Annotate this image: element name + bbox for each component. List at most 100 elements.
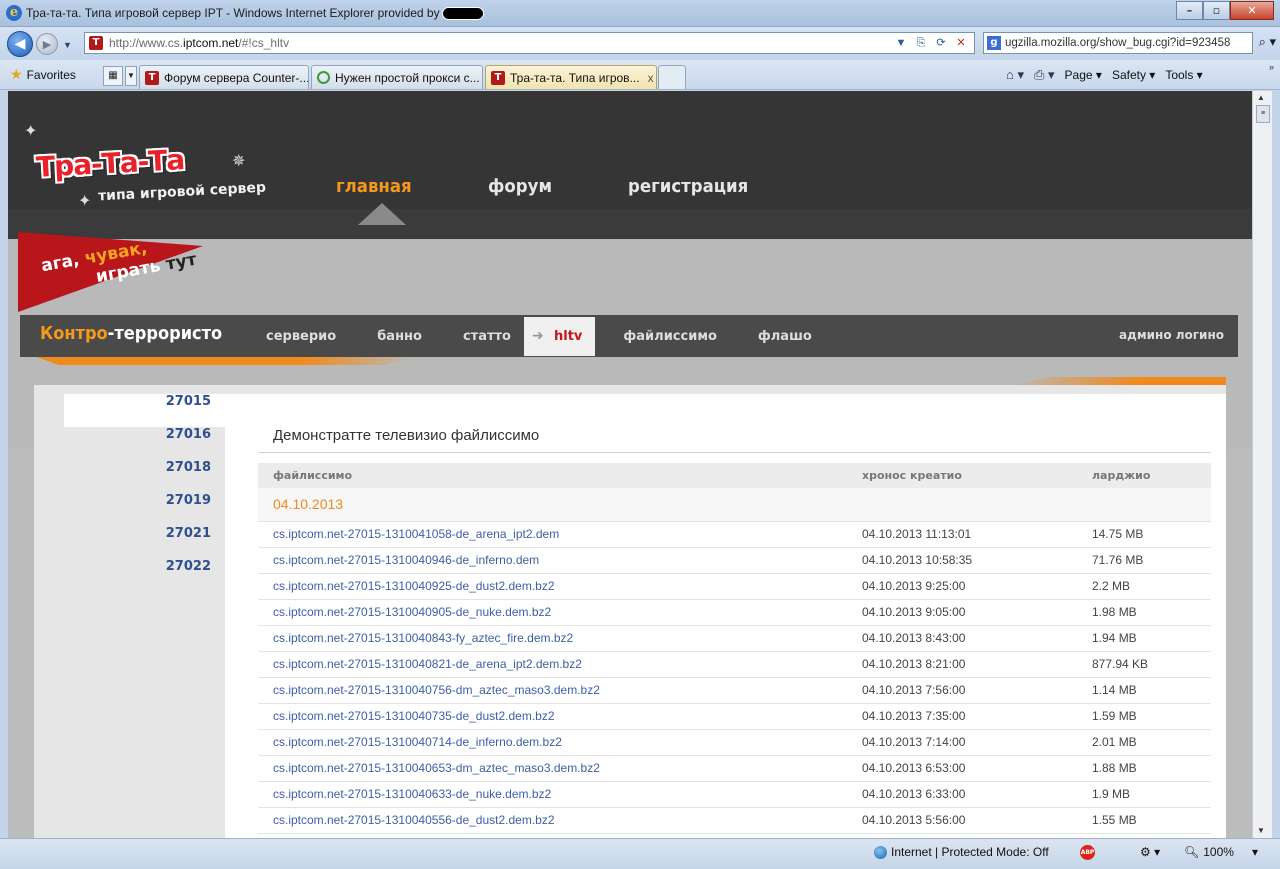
demo-file-link[interactable]: cs.iptcom.net-27015-1310041058-de_arena_…: [273, 527, 559, 541]
maximize-button[interactable]: ▫: [1203, 1, 1230, 20]
window-frame-left: [0, 91, 8, 838]
port-item[interactable]: 27015: [64, 394, 225, 427]
browser-tab-active[interactable]: T Тра-та-та. Типа игров... x: [485, 65, 657, 89]
date-group-label: 04.10.2013: [258, 488, 1211, 522]
demo-file-link[interactable]: cs.iptcom.net-27015-1310040821-de_arena_…: [273, 657, 582, 671]
safety-menu[interactable]: Safety ▾: [1112, 68, 1155, 82]
file-name-cell: cs.iptcom.net-27015-1310040946-de_infern…: [258, 547, 847, 574]
address-dropdown-icon[interactable]: ▼: [892, 35, 910, 51]
column-header-created[interactable]: хронос креатио: [847, 463, 1077, 488]
table-row: cs.iptcom.net-27015-1310040843-fy_aztec_…: [258, 625, 1211, 652]
forward-button[interactable]: ▶: [36, 33, 58, 55]
favorites-button[interactable]: ★ Favorites: [10, 66, 76, 83]
file-created-cell: 04.10.2013 8:21:00: [847, 651, 1077, 678]
file-size-cell: 71.76 MB: [1077, 547, 1211, 574]
close-button[interactable]: ✕: [1230, 1, 1274, 20]
column-header-size[interactable]: ларджио: [1077, 463, 1211, 488]
demo-file-link[interactable]: cs.iptcom.net-27015-1310040556-de_dust2.…: [273, 813, 555, 827]
demo-files-table: файлиссимо хронос креатио ларджио 04.10.…: [258, 463, 1211, 834]
section-subnav: серверио банно статто hltv файлиссимо фл…: [266, 315, 853, 357]
nav-home[interactable]: главная: [336, 176, 412, 197]
browser-tab[interactable]: T Форум сервера Counter-...: [139, 65, 309, 89]
demo-file-link[interactable]: cs.iptcom.net-27015-1310040735-de_dust2.…: [273, 709, 555, 723]
file-name-cell: cs.iptcom.net-27015-1310040653-dm_aztec_…: [258, 755, 847, 782]
history-dropdown-icon[interactable]: ▼: [63, 40, 72, 50]
refresh-icon[interactable]: ⟳: [932, 35, 950, 51]
browser-tab[interactable]: Нужен простой прокси с...: [311, 65, 483, 89]
file-created-cell: 04.10.2013 5:56:00: [847, 807, 1077, 834]
vertical-scrollbar[interactable]: ▲ ≡ ▼: [1252, 91, 1272, 838]
port-item[interactable]: 27021: [34, 526, 225, 559]
file-size-cell: 1.14 MB: [1077, 677, 1211, 704]
section-bar: Контро-террористо серверио банно статто …: [20, 315, 1238, 365]
print-icon[interactable]: ⎙ ▾: [1034, 67, 1055, 83]
subnav-flash[interactable]: флашо: [758, 329, 812, 344]
column-header-name[interactable]: файлиссимо: [258, 463, 847, 488]
subnav-bans[interactable]: банно: [377, 329, 422, 344]
zoom-control[interactable]: 🔍︎ 100% ▾: [1184, 845, 1258, 859]
scroll-down-icon[interactable]: ▼: [1257, 826, 1265, 835]
server-port-list: 27015 27016 27018 27019 27021 27022: [34, 394, 225, 592]
port-item[interactable]: 27022: [34, 559, 225, 592]
pop-up-blocker-icon[interactable]: ⚙ ▾: [1140, 845, 1160, 859]
window-title-bar: e Тра-та-та. Типа игровой сервер IPT - W…: [0, 0, 1280, 27]
zoom-icon: 🔍︎: [1184, 845, 1200, 859]
table-header-row: файлиссимо хронос креатио ларджио: [258, 463, 1211, 488]
new-tab-button[interactable]: [658, 65, 686, 89]
tab-list-dropdown-icon[interactable]: ▼: [125, 66, 137, 86]
command-bar: ⌂ ▾ ⎙ ▾ Page ▾ Safety ▾ Tools ▾: [1006, 67, 1203, 83]
table-row: cs.iptcom.net-27015-1310040946-de_infern…: [258, 547, 1211, 574]
port-item[interactable]: 27018: [34, 460, 225, 493]
zoom-dropdown-icon[interactable]: ▾: [1252, 845, 1258, 859]
tab-close-icon[interactable]: x: [640, 71, 654, 85]
table-row: cs.iptcom.net-27015-1310041058-de_arena_…: [258, 521, 1211, 548]
demo-file-link[interactable]: cs.iptcom.net-27015-1310040714-de_infern…: [273, 735, 562, 749]
redacted-block: [441, 7, 484, 21]
security-zone[interactable]: Internet | Protected Mode: Off: [874, 845, 1049, 859]
page-favicon-icon: [317, 71, 330, 84]
file-created-cell: 04.10.2013 7:14:00: [847, 729, 1077, 756]
port-item[interactable]: 27019: [34, 493, 225, 526]
bullet-hole-icon: ✦: [78, 193, 92, 210]
demo-file-link[interactable]: cs.iptcom.net-27015-1310040925-de_dust2.…: [273, 579, 555, 593]
quick-tabs-icon[interactable]: ▦: [103, 66, 123, 86]
demo-file-link[interactable]: cs.iptcom.net-27015-1310040905-de_nuke.d…: [273, 605, 551, 619]
search-input[interactable]: ugzilla.mozilla.org/show_bug.cgi?id=9234…: [1005, 37, 1230, 49]
subnav-files[interactable]: файлиссимо: [623, 329, 717, 344]
search-box[interactable]: g ugzilla.mozilla.org/show_bug.cgi?id=92…: [983, 32, 1276, 54]
address-bar[interactable]: T http://www.cs.iptcom.net/#!cs_hltv ▼ ⎘…: [84, 32, 975, 54]
port-item[interactable]: 27016: [34, 427, 225, 460]
bullet-hole-icon: ✵: [232, 153, 246, 170]
page-menu[interactable]: Page ▾: [1065, 68, 1102, 82]
stop-icon[interactable]: ✕: [952, 35, 970, 51]
demo-file-link[interactable]: cs.iptcom.net-27015-1310040633-de_nuke.d…: [273, 787, 551, 801]
scroll-thumb[interactable]: ≡: [1256, 105, 1270, 123]
adblock-plus-button[interactable]: ABP: [1080, 845, 1095, 860]
minimize-button[interactable]: –: [1176, 1, 1203, 20]
file-created-cell: 04.10.2013 6:33:00: [847, 781, 1077, 808]
table-row: cs.iptcom.net-27015-1310040905-de_nuke.d…: [258, 599, 1211, 626]
bullet-hole-icon: ✦: [24, 123, 38, 140]
subnav-hltv[interactable]: hltv: [523, 316, 596, 356]
subnav-stats[interactable]: статто: [463, 329, 511, 344]
nav-register[interactable]: регистрация: [628, 176, 748, 197]
nav-forum[interactable]: форум: [488, 176, 552, 197]
search-magnifier-icon[interactable]: ⌕ ▾: [1259, 34, 1276, 50]
demo-file-link[interactable]: cs.iptcom.net-27015-1310040653-dm_aztec_…: [273, 761, 600, 775]
admin-login-link[interactable]: админо логино: [1119, 328, 1224, 342]
ie-logo-icon: e: [6, 5, 22, 21]
subnav-servers[interactable]: серверио: [266, 329, 336, 344]
chevron-more-icon[interactable]: »: [1269, 62, 1274, 72]
file-name-cell: cs.iptcom.net-27015-1310040821-de_arena_…: [258, 651, 847, 678]
file-size-cell: 1.98 MB: [1077, 599, 1211, 626]
tools-menu[interactable]: Tools ▾: [1165, 68, 1202, 82]
address-url[interactable]: http://www.cs.iptcom.net/#!cs_hltv: [109, 36, 289, 50]
demo-file-link[interactable]: cs.iptcom.net-27015-1310040756-dm_aztec_…: [273, 683, 600, 697]
home-icon[interactable]: ⌂ ▾: [1006, 67, 1024, 83]
compatibility-view-icon[interactable]: ⎘: [912, 35, 930, 51]
demo-file-link[interactable]: cs.iptcom.net-27015-1310040946-de_infern…: [273, 553, 539, 567]
file-name-cell: cs.iptcom.net-27015-1310040905-de_nuke.d…: [258, 599, 847, 626]
back-button[interactable]: ◀: [7, 31, 33, 57]
scroll-up-icon[interactable]: ▲: [1257, 93, 1265, 102]
demo-file-link[interactable]: cs.iptcom.net-27015-1310040843-fy_aztec_…: [273, 631, 573, 645]
